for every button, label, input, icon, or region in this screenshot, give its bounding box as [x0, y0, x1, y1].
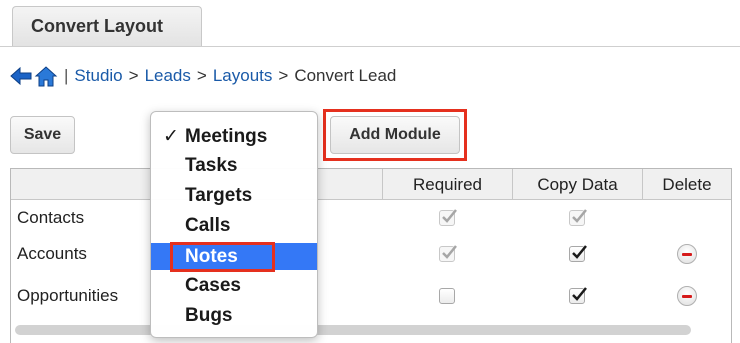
home-icon[interactable] [34, 65, 58, 87]
menu-item-bugs[interactable]: Bugs [151, 302, 317, 329]
tab-divider [0, 46, 740, 47]
required-checkbox[interactable] [439, 245, 457, 262]
module-name: Accounts [17, 244, 87, 263]
menu-item-targets[interactable]: Targets [151, 182, 317, 209]
module-select-menu: ✓ Meetings Tasks Targets Calls Notes Cas… [150, 111, 318, 338]
breadcrumb-arrow: > [128, 66, 139, 85]
breadcrumb-layouts[interactable]: Layouts [213, 66, 273, 86]
column-header-delete: Delete [642, 169, 731, 200]
delete-icon[interactable] [676, 244, 697, 264]
breadcrumb-current: Convert Lead [294, 66, 397, 85]
copy-data-checkbox[interactable] [569, 287, 587, 304]
table-row: Opportunities [11, 278, 731, 314]
table-row: Contacts [11, 200, 731, 236]
breadcrumb-separator: | [64, 66, 69, 85]
menu-item-label: Meetings [185, 125, 268, 147]
breadcrumb-leads[interactable]: Leads [145, 66, 191, 86]
menu-item-label: Targets [185, 184, 253, 206]
table-row: Accounts [11, 236, 731, 272]
copy-data-checkbox[interactable] [569, 245, 587, 262]
menu-item-label: Bugs [185, 304, 233, 326]
menu-item-meetings[interactable]: ✓ Meetings [151, 123, 317, 150]
copy-data-checkbox[interactable] [569, 209, 587, 226]
menu-item-label: Cases [185, 274, 241, 296]
column-header-required: Required [382, 169, 512, 200]
required-checkbox[interactable] [439, 209, 457, 226]
menu-item-calls[interactable]: Calls [151, 212, 317, 239]
save-button[interactable]: Save [10, 116, 75, 154]
breadcrumb: | Studio > Leads > Layouts > Convert Lea… [10, 62, 396, 90]
tab-convert-layout[interactable]: Convert Layout [12, 6, 202, 46]
menu-item-tasks[interactable]: Tasks [151, 152, 317, 179]
annotation-highlight-notes [170, 242, 275, 272]
menu-item-label: Tasks [185, 154, 238, 176]
breadcrumb-studio[interactable]: Studio [74, 66, 122, 86]
menu-item-cases[interactable]: Cases [151, 272, 317, 299]
column-header-copy-data: Copy Data [512, 169, 642, 200]
back-arrow-icon[interactable] [10, 66, 32, 86]
breadcrumb-arrow: > [278, 66, 289, 85]
menu-item-label: Calls [185, 214, 231, 236]
delete-icon[interactable] [676, 286, 697, 306]
module-name: Opportunities [17, 286, 119, 305]
grid-header: Required Copy Data Delete [11, 169, 731, 200]
breadcrumb-arrow: > [196, 66, 207, 85]
annotation-highlight-add-module [323, 109, 467, 161]
modules-grid: Required Copy Data Delete Contacts Accou… [10, 168, 732, 343]
module-name: Contacts [17, 208, 85, 227]
required-checkbox[interactable] [439, 288, 455, 304]
horizontal-scrollbar[interactable] [15, 325, 691, 335]
checkmark-icon: ✓ [163, 126, 179, 147]
tab-label: Convert Layout [31, 16, 164, 36]
